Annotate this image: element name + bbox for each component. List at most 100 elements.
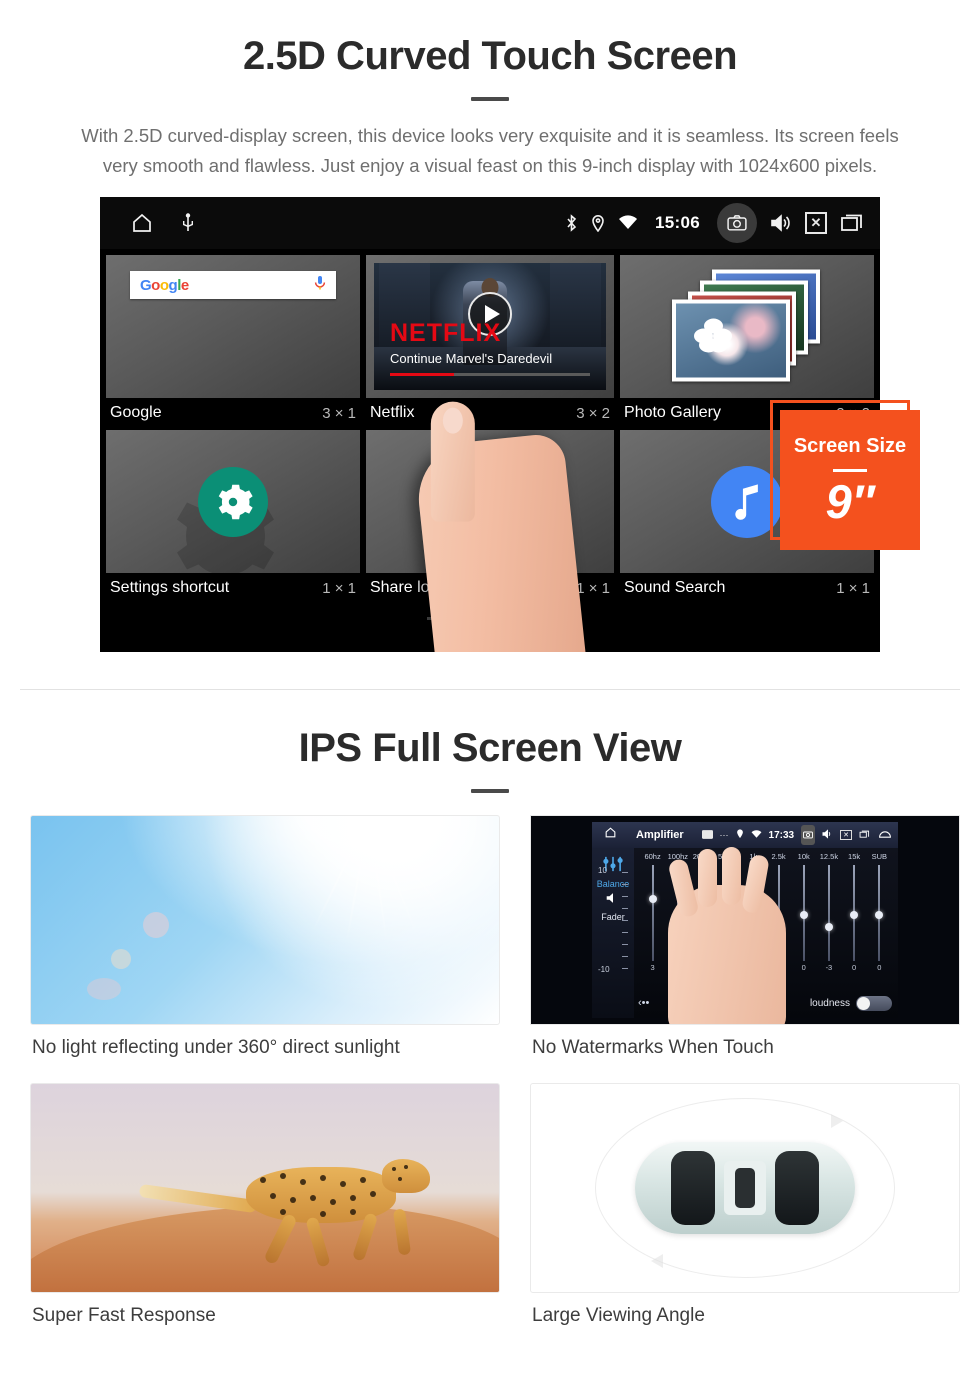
title-divider: [471, 789, 509, 793]
eq-band-label: 15k: [848, 852, 861, 861]
recents-icon[interactable]: [859, 826, 871, 844]
amplifier-screen-image: Amplifier ⋯ 17:33 ✕ Balance Fader 10 -10…: [530, 815, 960, 1025]
eq-band-label: 10k: [797, 852, 810, 861]
photo-stack-icon: [672, 269, 822, 384]
pointing-hand-image: [413, 401, 598, 652]
device-showcase: 15:06 ✕ Google Google 3 × 1 NETFLIX Cont…: [0, 197, 980, 667]
badge-value: 9″: [825, 475, 875, 528]
loudness-label: loudness: [809, 997, 850, 1009]
product-detail-page: 2.5D Curved Touch Screen With 2.5D curve…: [0, 0, 980, 1394]
wifi-icon: [618, 215, 638, 231]
netflix-thumbnail: NETFLIX Continue Marvel's Daredevil: [373, 263, 607, 390]
widget-label: Google: [110, 404, 162, 421]
badge-divider: [833, 469, 867, 472]
recents-icon[interactable]: [840, 213, 866, 233]
lens-flare: [110, 949, 131, 970]
location-icon: [736, 826, 744, 844]
back-icon[interactable]: [878, 826, 892, 844]
lens-flare: [143, 911, 170, 938]
feature-grid: No light reflecting under 360° direct su…: [30, 815, 980, 1341]
feature-caption: Large Viewing Angle: [532, 1305, 705, 1326]
wifi-icon: [751, 826, 762, 844]
section-description: With 2.5D curved-display screen, this de…: [81, 125, 899, 176]
curved-screen-section: 2.5D Curved Touch Screen With 2.5D curve…: [0, 0, 980, 690]
widget-row-2: Settings shortcut 1 × 1 G: [106, 401, 874, 652]
widget-size: 1 × 1: [576, 579, 611, 597]
netflix-brand: NETFLIX: [389, 319, 502, 347]
bluetooth-icon: [565, 213, 578, 233]
eq-scale: 10 -10: [598, 866, 632, 974]
google-search-bar[interactable]: Google: [130, 271, 336, 299]
widget-google[interactable]: Google Google 3 × 1: [106, 255, 360, 430]
eq-band-label: 2.5k: [771, 852, 786, 861]
mic-icon[interactable]: [314, 275, 326, 296]
hand-touch-image: [666, 847, 786, 1024]
camera-icon[interactable]: [801, 825, 816, 845]
scale-bottom: -10: [598, 965, 610, 974]
android-head-unit: 15:06 ✕ Google Google 3 × 1 NETFLIX Cont…: [100, 197, 880, 652]
eq-slider[interactable]: [842, 865, 867, 961]
blue-sky-image: [30, 815, 500, 1025]
location-icon: [591, 214, 605, 232]
feature-caption: No Watermarks When Touch: [532, 1037, 774, 1058]
status-clock: 15:06: [655, 213, 700, 232]
google-logo: Google: [140, 276, 189, 294]
eq-band-label: 12.5k: [819, 852, 839, 861]
status-bar: 15:06 ✕: [100, 197, 880, 249]
screen-size-badge: Screen Size 9″: [780, 410, 920, 550]
eq-band-value: 0: [801, 963, 806, 972]
feature-card-sunlight: No light reflecting under 360° direct su…: [30, 815, 500, 1073]
eq-slider[interactable]: [867, 865, 892, 961]
netflix-subtitle: Continue Marvel's Daredevil: [389, 351, 553, 366]
widget-netflix[interactable]: NETFLIX Continue Marvel's Daredevil Netf…: [365, 255, 615, 430]
eq-slider[interactable]: [640, 865, 665, 961]
close-icon[interactable]: ✕: [840, 830, 852, 840]
home-icon[interactable]: [604, 826, 617, 844]
gear-icon[interactable]: [197, 466, 268, 537]
eq-band-label: SUB: [871, 852, 887, 861]
car-top-view-image: [530, 1083, 960, 1293]
ips-screen-section: IPS Full Screen View No light reflecting…: [0, 690, 980, 1341]
widget-grid: Google Google 3 × 1 NETFLIX Continue Mar…: [100, 249, 880, 652]
feature-card-response: Super Fast Response: [30, 1083, 500, 1341]
eq-band-value: 0: [852, 963, 857, 972]
amp-status-bar: Amplifier ⋯ 17:33 ✕: [592, 822, 898, 848]
feature-card-viewing-angle: Large Viewing Angle: [530, 1083, 960, 1341]
badge-label: Screen Size: [793, 435, 907, 457]
title-divider: [471, 97, 509, 101]
widget-size: 1 × 1: [836, 579, 870, 597]
eq-slider[interactable]: [791, 865, 816, 961]
eq-band-value: 3: [650, 963, 655, 972]
usb-icon: [180, 213, 196, 233]
rotation-arrow: [831, 1114, 843, 1128]
widget-size: 3 × 2: [576, 404, 611, 422]
widget-share-location[interactable]: G Share location 1 × 1: [365, 401, 615, 652]
eq-band-label: 60hz: [644, 852, 661, 861]
widget-size: 1 × 1: [322, 579, 356, 597]
lens-flare: [87, 978, 122, 1001]
close-icon[interactable]: ✕: [805, 212, 827, 234]
eq-band-value: -3: [825, 963, 833, 972]
widget-label: Sound Search: [624, 579, 726, 596]
widget-size: 3 × 1: [322, 404, 356, 422]
feature-caption: Super Fast Response: [32, 1305, 216, 1326]
progress-bar: [389, 373, 591, 376]
loudness-toggle[interactable]: [855, 995, 892, 1011]
more-icon: ⋯: [719, 829, 729, 840]
cheetah-image: [30, 1083, 500, 1293]
eq-slider[interactable]: [816, 865, 841, 961]
prev-preset-icon[interactable]: ‹••: [638, 997, 649, 1009]
volume-icon[interactable]: [822, 826, 833, 844]
widget-label: Photo Gallery: [624, 404, 721, 421]
widget-settings-shortcut[interactable]: Settings shortcut 1 × 1: [106, 430, 360, 605]
volume-icon[interactable]: [770, 213, 792, 233]
home-icon[interactable]: [130, 211, 154, 235]
eq-band-value: 0: [877, 963, 882, 972]
widget-label: Netflix: [369, 404, 415, 421]
amp-title: Amplifier: [636, 829, 684, 841]
page-title: 2.5D Curved Touch Screen: [242, 34, 738, 78]
camera-icon[interactable]: [717, 203, 757, 243]
car-body: [635, 1142, 855, 1234]
feature-caption: No light reflecting under 360° direct su…: [32, 1037, 400, 1058]
widget-row-1: Google Google 3 × 1 NETFLIX Continue Mar…: [106, 255, 874, 430]
